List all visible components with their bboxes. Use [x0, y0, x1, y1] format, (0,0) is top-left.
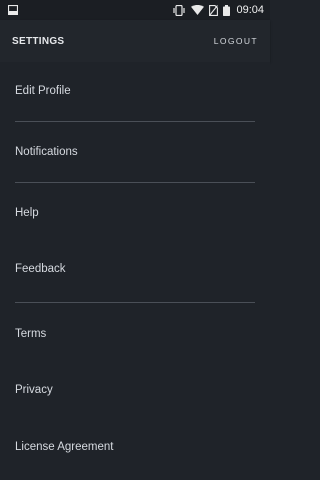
- status-right: 09:04: [172, 4, 264, 16]
- page-title: SETTINGS: [12, 35, 65, 47]
- no-sim-icon: [209, 4, 219, 16]
- wifi-icon: [191, 5, 205, 15]
- divider: [15, 121, 255, 122]
- status-left: [8, 5, 18, 15]
- divider: [15, 302, 255, 303]
- divider: [15, 182, 255, 183]
- settings-item-terms[interactable]: Terms: [15, 328, 46, 340]
- logout-button[interactable]: LOGOUT: [214, 36, 258, 46]
- status-bar: 09:04: [0, 0, 270, 20]
- settings-list: Edit Profile Notifications Help Feedback…: [0, 62, 270, 480]
- settings-item-help[interactable]: Help: [15, 207, 39, 219]
- settings-item-privacy[interactable]: Privacy: [15, 384, 53, 396]
- settings-item-edit-profile[interactable]: Edit Profile: [15, 85, 71, 97]
- battery-icon: [223, 4, 231, 16]
- settings-item-feedback[interactable]: Feedback: [15, 263, 66, 275]
- app-bar: SETTINGS LOGOUT: [0, 20, 270, 62]
- vibrate-icon: [172, 4, 186, 16]
- notification-box-icon: [8, 5, 18, 15]
- settings-item-notifications[interactable]: Notifications: [15, 146, 78, 158]
- settings-item-license-agreement[interactable]: License Agreement: [15, 441, 113, 453]
- status-time: 09:04: [236, 4, 264, 16]
